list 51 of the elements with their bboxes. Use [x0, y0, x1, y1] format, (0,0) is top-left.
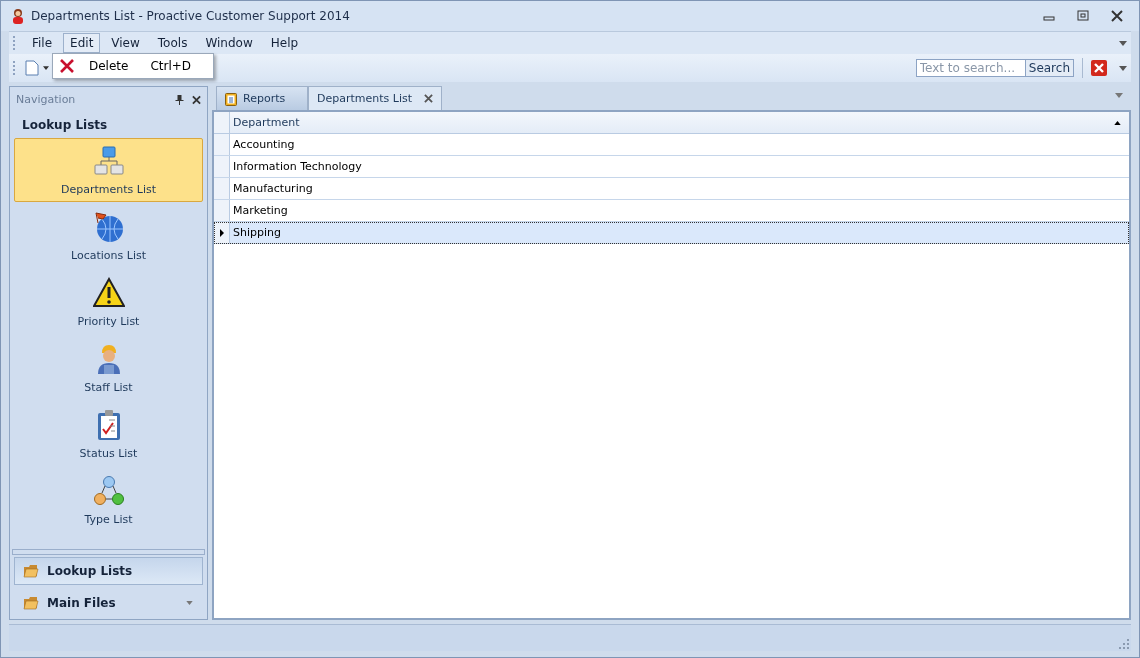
current-row-icon	[219, 228, 224, 237]
dropdown-arrow-icon[interactable]	[1119, 65, 1127, 71]
navigation-item[interactable]: Locations List	[14, 204, 203, 268]
menu-item[interactable]: Help	[263, 33, 306, 53]
app-icon	[11, 8, 25, 24]
search-field[interactable]: Text to search...	[915, 59, 1026, 77]
search-button[interactable]: Search	[1025, 59, 1074, 77]
hierarchy-icon	[92, 144, 125, 177]
table-cell-text: Shipping	[232, 226, 282, 239]
navigation-item[interactable]: Staff List	[14, 336, 203, 400]
tab[interactable]: Reports	[216, 86, 308, 110]
table-cell-text: Accounting	[232, 138, 296, 151]
navigation-item[interactable]: Priority List	[14, 270, 203, 334]
menu-item[interactable]: View	[104, 33, 147, 53]
sort-ascending-icon[interactable]	[1114, 120, 1121, 125]
cycle-diagram-icon	[92, 474, 125, 507]
folder-icon	[23, 596, 39, 610]
navigation-item[interactable]: Status List	[14, 402, 203, 466]
dropdown-arrow-icon[interactable]	[43, 66, 49, 70]
tab[interactable]: Departments List	[308, 86, 443, 110]
table-row[interactable]: Shipping	[214, 222, 1129, 244]
table-cell-text: Marketing	[232, 204, 289, 217]
table-row[interactable]: Information Technology	[214, 156, 1129, 178]
menu-item[interactable]: Window	[198, 33, 260, 53]
window-title: Departments List - Proactive Customer Support 2014	[31, 9, 350, 23]
close-icon[interactable]	[1111, 10, 1123, 22]
menu-item[interactable]: File	[25, 33, 60, 53]
clipboard-icon	[225, 91, 237, 106]
folder-icon	[23, 564, 39, 578]
table-cell-text: Information Technology	[232, 160, 363, 173]
resize-grip-icon[interactable]	[1119, 639, 1129, 649]
navigation-item[interactable]: Departments List	[14, 138, 203, 202]
dropdown-arrow-icon[interactable]	[1119, 40, 1127, 46]
globe-flag-icon	[92, 210, 125, 243]
navigation-item[interactable]: Type List	[14, 468, 203, 532]
close-icon[interactable]	[192, 94, 201, 105]
menu-item[interactable]: Tools	[150, 33, 195, 53]
close-icon[interactable]	[1091, 60, 1107, 76]
table-row[interactable]: Manufacturing	[214, 178, 1129, 200]
menu-item[interactable]: Edit	[63, 33, 101, 53]
table-cell-text: Manufacturing	[232, 182, 314, 195]
group-heading: Lookup Lists	[21, 117, 109, 134]
table-row[interactable]: Accounting	[214, 134, 1129, 156]
pin-icon[interactable]	[175, 94, 184, 105]
group-button[interactable]: Lookup Lists	[14, 557, 203, 585]
group-button[interactable]: Main Files	[14, 589, 203, 617]
warning-icon	[92, 276, 125, 309]
restore-icon[interactable]	[1077, 10, 1089, 22]
close-icon[interactable]	[424, 94, 434, 103]
panel-title: Navigation	[16, 93, 76, 106]
delete-icon	[59, 58, 75, 74]
